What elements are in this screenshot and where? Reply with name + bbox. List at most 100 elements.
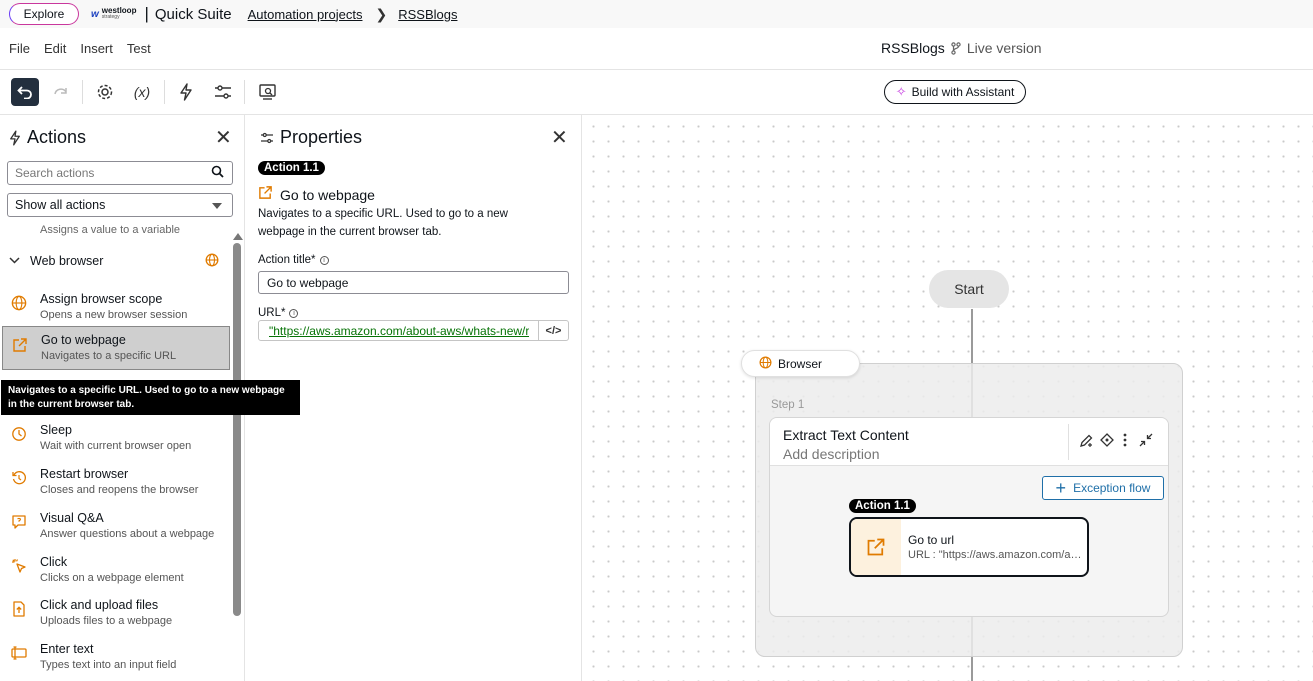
build-with-assistant-button[interactable]: ✧ Build with Assistant (884, 80, 1026, 104)
scroll-up-arrow[interactable] (233, 233, 243, 240)
action-card-title: Go to url (908, 533, 955, 547)
menu-insert[interactable]: Insert (80, 41, 113, 56)
company-logo: w westloop strategy (91, 7, 136, 21)
action-item-assign-browser-scope[interactable]: Assign browser scope Opens a new browser… (0, 285, 230, 329)
toolbar: (x) ✧ Build with Assistant (0, 70, 1313, 115)
menu-bar: File Edit Insert Test RSSBlogs Live vers… (0, 28, 1313, 70)
action-description: Navigates to a specific URL. Used to go … (258, 208, 508, 238)
step-description[interactable]: Add description (783, 446, 880, 462)
step-header: Extract Text Content Add description (770, 418, 1168, 466)
actions-panel-header: Actions (9, 127, 86, 148)
filter-actions-select[interactable]: Show all actions (7, 193, 233, 217)
action-item-click[interactable]: Click Clicks on a webpage element (0, 548, 230, 592)
external-link-icon (11, 336, 29, 354)
variables-button[interactable]: (x) (128, 78, 156, 106)
logo-line2: strategy (101, 14, 120, 20)
action-item-visual-qa[interactable]: Visual Q&A Answer questions about a webp… (0, 504, 230, 548)
close-icon: ✕ (551, 127, 568, 149)
restart-icon (10, 469, 28, 487)
explore-button[interactable]: Explore (9, 3, 79, 25)
properties-panel-header: Properties (260, 127, 362, 148)
search-actions-input[interactable]: Search actions (7, 161, 233, 185)
more-vertical-icon[interactable] (1123, 433, 1127, 450)
collapse-icon[interactable] (1139, 433, 1153, 450)
diamond-icon[interactable] (1100, 433, 1114, 450)
screen-search-icon (259, 84, 276, 100)
redo-icon (54, 88, 67, 95)
lightning-icon (10, 130, 20, 145)
action-title-label: Action title* i (258, 254, 329, 266)
top-bar: Explore w westloop strategy | Quick Suite… (0, 0, 1313, 28)
menu-file[interactable]: File (9, 41, 30, 56)
filters-button[interactable] (209, 78, 237, 106)
globe-icon (205, 253, 219, 270)
edit-ai-icon[interactable] (1079, 433, 1094, 451)
gear-icon (97, 84, 113, 100)
action-badge: Action 1.1 (258, 161, 325, 175)
sparkle-icon: ✧ (895, 84, 907, 99)
external-link-icon (851, 519, 901, 575)
url-value: "https://aws.amazon.com/about-aws/whats-… (269, 324, 529, 338)
url-label: URL* i (258, 307, 299, 319)
info-icon[interactable]: i (289, 308, 299, 318)
chevron-down-icon (9, 255, 20, 267)
exception-flow-button[interactable]: + Exception flow (1042, 476, 1164, 500)
action-item-restart-browser[interactable]: Restart browser Closes and reopens the b… (0, 460, 230, 504)
text-input-icon (10, 644, 28, 662)
go-to-url-action-card[interactable]: Go to url URL : "https://aws.amazon.com/… (849, 517, 1089, 577)
action-title-input[interactable]: Go to webpage (258, 271, 569, 294)
globe-icon (759, 356, 772, 372)
cursor-click-icon (10, 557, 28, 575)
url-input[interactable]: "https://aws.amazon.com/about-aws/whats-… (258, 320, 569, 341)
breadcrumb-chevron-icon: ❯ (375, 5, 388, 22)
step-title[interactable]: Extract Text Content (783, 427, 909, 443)
chat-icon (10, 513, 28, 531)
action-item-go-to-webpage[interactable]: Go to webpage Navigates to a specific UR… (2, 326, 230, 370)
caret-down-icon (212, 203, 222, 209)
sliders-icon (261, 132, 273, 143)
info-icon[interactable]: i (319, 255, 329, 265)
search-icon (211, 165, 224, 181)
undo-button[interactable] (11, 78, 39, 106)
action-item-sleep[interactable]: Sleep Wait with current browser open (0, 416, 230, 460)
canvas-action-badge: Action 1.1 (849, 499, 916, 513)
project-title: RSSBlogs Live version (881, 40, 1042, 56)
code-editor-button[interactable]: </> (538, 321, 568, 340)
preview-button[interactable] (254, 78, 282, 106)
flow-canvas[interactable]: Start Browser Step 1 Extract Text Conten… (582, 115, 1313, 681)
menu-edit[interactable]: Edit (44, 41, 66, 56)
plus-icon: + (1055, 478, 1067, 498)
logo-mark-icon: w (91, 8, 99, 20)
action-heading: Go to webpage (258, 185, 375, 204)
suite-name: | Quick Suite (144, 4, 232, 23)
clipped-action-desc: Assigns a value to a variable (40, 224, 181, 236)
scrollbar-thumb[interactable] (233, 243, 241, 616)
close-icon: ✕ (215, 127, 232, 149)
group-web-browser[interactable]: Web browser (9, 253, 219, 270)
undo-icon (17, 86, 32, 99)
browser-scope-label[interactable]: Browser (741, 350, 860, 377)
version-label: Live version (966, 40, 1042, 56)
step-label: Step 1 (771, 399, 805, 411)
lightning-icon (180, 83, 192, 101)
triggers-button[interactable] (172, 78, 200, 106)
action-item-enter-text[interactable]: Enter text Types text into an input fiel… (0, 635, 230, 679)
project-name: RSSBlogs (881, 40, 945, 56)
breadcrumb-project[interactable]: RSSBlogs (398, 7, 457, 22)
action-item-click-and-upload-files[interactable]: Click and upload files Uploads files to … (0, 591, 230, 635)
properties-panel-title: Properties (280, 127, 363, 147)
menu-test[interactable]: Test (127, 41, 151, 56)
logo-line1: westloop (101, 6, 137, 15)
file-upload-icon (10, 600, 28, 618)
close-actions-button[interactable]: ✕ (215, 125, 232, 150)
redo-button[interactable] (47, 78, 75, 106)
settings-button[interactable] (91, 78, 119, 106)
close-properties-button[interactable]: ✕ (551, 125, 568, 150)
action-card-desc: URL : "https://aws.amazon.com/about-aws/… (908, 549, 1084, 561)
sliders-icon (215, 85, 231, 99)
globe-icon (10, 294, 28, 312)
start-node[interactable]: Start (929, 270, 1009, 308)
external-link-icon (258, 185, 273, 204)
breadcrumb-automation-projects[interactable]: Automation projects (248, 7, 363, 22)
clock-icon (10, 425, 28, 443)
